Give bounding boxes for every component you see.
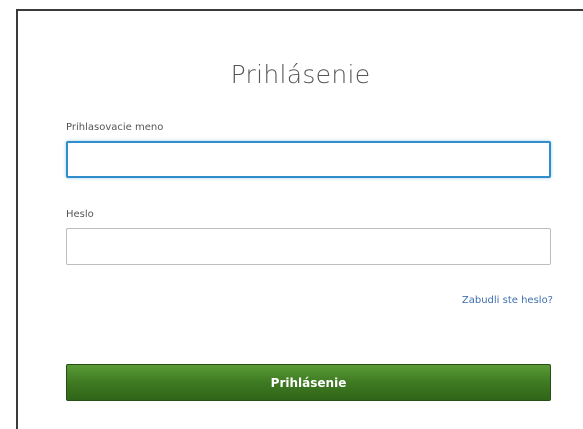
login-panel: Prihlásenie Prihlasovacie meno Heslo Zab… [16, 9, 583, 429]
username-input[interactable] [66, 141, 551, 178]
username-label: Prihlasovacie meno [66, 122, 164, 133]
login-button[interactable]: Prihlásenie [66, 364, 551, 401]
login-title: Prihlásenie [230, 60, 371, 89]
password-label: Heslo [66, 209, 94, 220]
password-input[interactable] [66, 228, 551, 265]
forgot-password-link[interactable]: Zabudli ste heslo? [462, 295, 553, 306]
